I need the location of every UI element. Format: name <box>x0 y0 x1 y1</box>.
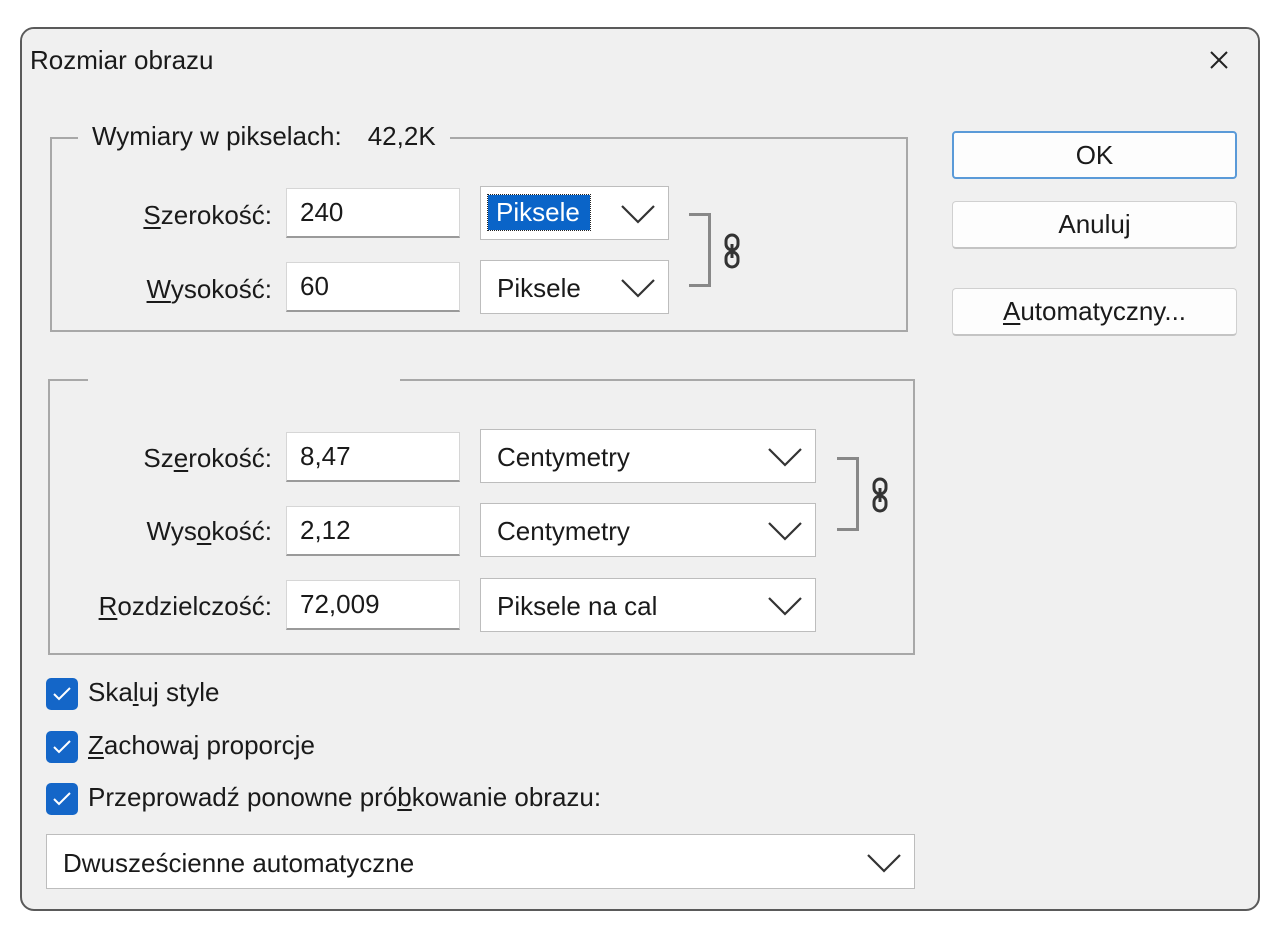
resolution-unit-value: Piksele na cal <box>497 591 658 621</box>
chevron-down-icon <box>768 597 802 616</box>
title-bar: Rozmiar obrazu <box>22 29 1258 91</box>
pixel-width-label: Szerokość: <box>143 200 272 230</box>
pixel-dimensions-label: Wymiary w pikselach: <box>92 121 342 151</box>
constrain-proportions-label: Zachowaj proporcje <box>88 730 315 760</box>
close-icon <box>1210 51 1228 69</box>
pixel-height-unit-select[interactable]: Piksele <box>480 260 669 314</box>
doc-width-label: Szerokość: <box>143 443 272 473</box>
pixel-dimensions-legend: Wymiary w pikselach: 42,2K <box>78 121 450 152</box>
pixel-width-unit-value: Piksele <box>487 194 591 231</box>
cancel-button[interactable]: Anuluj <box>952 201 1237 249</box>
doc-height-unit-value: Centymetry <box>497 516 630 546</box>
doc-width-unit-value: Centymetry <box>497 442 630 472</box>
chain-link-icon <box>872 477 888 513</box>
doc-width-input[interactable]: 8,47 <box>286 432 460 482</box>
pixel-width-input[interactable]: 240 <box>286 188 460 238</box>
resample-method-select[interactable]: Dwusześcienne automatyczne <box>46 834 915 889</box>
pixel-dimensions-size: 42,2K <box>367 121 436 151</box>
chevron-down-icon <box>621 279 655 298</box>
scale-styles-label: Skaluj style <box>88 677 220 707</box>
chain-link-icon <box>724 233 740 269</box>
checkmark-icon <box>53 687 71 701</box>
dialog-title: Rozmiar obrazu <box>30 45 214 75</box>
close-button[interactable] <box>1202 43 1236 77</box>
resample-method-value: Dwusześcienne automatyczne <box>63 848 415 878</box>
checkmark-icon <box>53 792 71 806</box>
pixel-height-label: Wysokość: <box>146 274 272 304</box>
pixel-height-unit-value: Piksele <box>497 273 581 303</box>
ok-button[interactable]: OK <box>952 131 1237 179</box>
pixel-height-input[interactable]: 60 <box>286 262 460 312</box>
chevron-down-icon <box>867 854 901 873</box>
checkmark-icon <box>53 740 71 754</box>
resolution-input[interactable]: 72,009 <box>286 580 460 630</box>
chevron-down-icon <box>768 522 802 541</box>
image-size-dialog: Rozmiar obrazu Wymiary w pikselach: 42,2K… <box>20 27 1260 911</box>
auto-button[interactable]: Automatyczny... <box>952 288 1237 336</box>
resample-label: Przeprowadź ponowne próbkowanie obrazu: <box>88 782 602 812</box>
resolution-label: Rozdzielczość: <box>98 591 272 621</box>
document-size-legend-gap <box>88 377 400 383</box>
resolution-unit-select[interactable]: Piksele na cal <box>480 578 816 632</box>
chevron-down-icon <box>621 205 655 224</box>
pixel-width-unit-select[interactable]: Piksele <box>480 186 669 240</box>
doc-height-input[interactable]: 2,12 <box>286 506 460 556</box>
resample-checkbox[interactable] <box>46 783 78 815</box>
doc-height-unit-select[interactable]: Centymetry <box>480 503 816 557</box>
chevron-down-icon <box>768 448 802 467</box>
pixel-link-bracket <box>689 213 711 287</box>
scale-styles-checkbox[interactable] <box>46 678 78 710</box>
constrain-proportions-checkbox[interactable] <box>46 731 78 763</box>
doc-height-label: Wysokość: <box>146 516 272 546</box>
doc-width-unit-select[interactable]: Centymetry <box>480 429 816 483</box>
document-link-bracket <box>837 457 859 531</box>
